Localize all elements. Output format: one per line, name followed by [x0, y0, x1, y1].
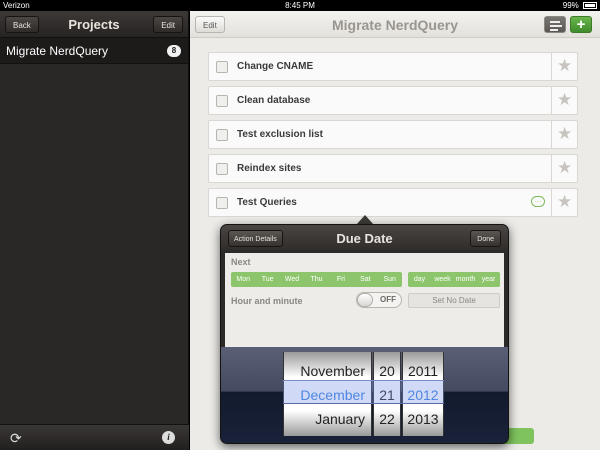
sidebar-footer: ⟳ i [0, 424, 189, 450]
star-button[interactable]: ★ [551, 189, 577, 216]
sort-button[interactable] [544, 16, 566, 33]
popover-header: Action Details Due Date Done [221, 225, 508, 252]
next-label: Next [231, 257, 251, 267]
task-label: Test Queries [237, 197, 297, 208]
add-task-button[interactable]: + [570, 16, 592, 33]
task-row[interactable]: Test Queries … ★ [208, 188, 578, 217]
task-row[interactable]: Change CNAME ★ [208, 52, 578, 81]
star-button[interactable]: ★ [551, 121, 577, 148]
info-icon[interactable]: i [162, 431, 175, 444]
battery-status: 99% [563, 0, 597, 11]
star-icon: ★ [557, 192, 573, 211]
set-no-date-button[interactable]: Set No Date [408, 293, 500, 308]
task-row[interactable]: Clean database ★ [208, 86, 578, 115]
list-icon-line [550, 29, 558, 31]
page-title: Migrate NerdQuery [331, 17, 459, 33]
picker-month-option: January [315, 411, 365, 427]
toggle-knob [357, 293, 373, 307]
task-row[interactable]: Reindex sites ★ [208, 154, 578, 183]
star-icon: ★ [557, 90, 573, 109]
sidebar-header: Back Projects Edit [0, 11, 188, 38]
sidebar-item-label: Migrate NerdQuery [6, 44, 109, 58]
picker-year-option: 2013 [407, 411, 439, 427]
unit-day[interactable]: day [408, 272, 431, 287]
weekday-sun[interactable]: Sun [378, 272, 402, 287]
toggle-state-label: OFF [380, 295, 396, 304]
unit-month[interactable]: month [454, 272, 477, 287]
task-row[interactable]: Test exclusion list ★ [208, 120, 578, 149]
list-icon-line [550, 25, 562, 27]
star-button[interactable]: ★ [551, 53, 577, 80]
due-date-popover: Action Details Due Date Done Next Mon Tu… [220, 224, 509, 444]
sidebar-item-migrate-nerdquery[interactable]: Migrate NerdQuery 8 [0, 38, 188, 64]
date-picker[interactable]: November December January 20 21 22 2011 … [221, 347, 508, 443]
clock: 8:45 PM [285, 1, 315, 10]
hour-minute-toggle[interactable]: OFF [356, 292, 402, 308]
done-button[interactable]: Done [470, 230, 501, 247]
weekday-wed[interactable]: Wed [280, 272, 304, 287]
main-header: Edit Migrate NerdQuery + [190, 11, 600, 38]
sync-icon[interactable]: ⟳ [10, 430, 22, 447]
count-badge: 8 [167, 45, 181, 57]
star-icon: ★ [557, 124, 573, 143]
list-icon-line [550, 21, 560, 23]
task-label: Test exclusion list [237, 129, 323, 140]
unit-selector: day week month year [408, 272, 500, 287]
unit-year[interactable]: year [477, 272, 500, 287]
weekday-thu[interactable]: Thu [304, 272, 328, 287]
star-icon: ★ [557, 56, 573, 75]
popover-title: Due Date [336, 231, 393, 246]
hour-minute-label: Hour and minute [231, 296, 303, 306]
battery-percent: 99% [562, 1, 579, 10]
projects-sidebar: Back Projects Edit Migrate NerdQuery 8 ⟳… [0, 11, 189, 450]
task-checkbox[interactable] [216, 129, 228, 141]
weekday-tue[interactable]: Tue [255, 272, 279, 287]
weekday-mon[interactable]: Mon [231, 272, 255, 287]
task-checkbox[interactable] [216, 163, 228, 175]
sidebar-edit-button[interactable]: Edit [153, 16, 183, 33]
status-bar: Verizon 8:45 PM 99% [0, 0, 600, 11]
task-checkbox[interactable] [216, 197, 228, 209]
weekday-sat[interactable]: Sat [353, 272, 377, 287]
picker-day-option: 20 [379, 363, 395, 379]
weekday-selector: Mon Tue Wed Thu Fri Sat Sun [231, 272, 402, 287]
comment-icon[interactable]: … [531, 196, 545, 207]
star-icon: ★ [557, 158, 573, 177]
picker-month-option: November [300, 363, 365, 379]
battery-icon [583, 2, 597, 9]
weekday-fri[interactable]: Fri [329, 272, 353, 287]
task-checkbox[interactable] [216, 95, 228, 107]
task-checkbox[interactable] [216, 61, 228, 73]
picker-day-option: 22 [379, 411, 395, 427]
picker-selection-band [283, 380, 444, 404]
task-label: Change CNAME [237, 61, 314, 72]
picker-year-option: 2011 [407, 363, 439, 379]
popover-body: Next Mon Tue Wed Thu Fri Sat Sun day wee… [225, 253, 504, 347]
task-label: Reindex sites [237, 163, 302, 174]
star-button[interactable]: ★ [551, 155, 577, 182]
unit-week[interactable]: week [431, 272, 454, 287]
task-label: Clean database [237, 95, 311, 106]
star-button[interactable]: ★ [551, 87, 577, 114]
